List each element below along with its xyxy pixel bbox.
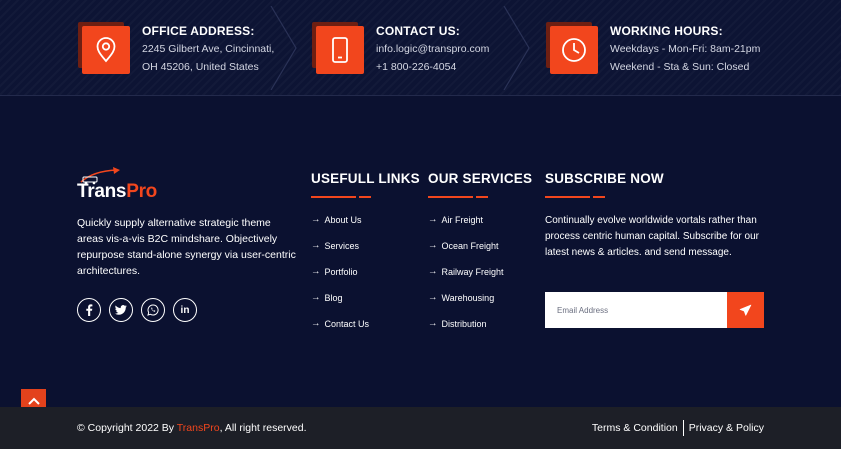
arrow-right-icon: → [428,240,438,251]
transpro-logo[interactable]: TransPro [77,167,187,203]
link-label: Railway Freight [441,267,504,277]
link-label: Distribution [441,319,487,329]
copyright-prefix: © Copyright 2022 By [77,422,177,434]
subscribe-text: Continually evolve worldwide vortals rat… [545,215,759,258]
office-line-2: OH 45206, United States [142,61,259,73]
hours-title: WORKING HOURS: [610,24,723,38]
link-label: Services [324,241,360,251]
chevron-up-icon [27,397,40,405]
services-underline [428,196,488,198]
service-air-freight[interactable]: → Air Freight [428,214,504,240]
service-warehousing[interactable]: → Warehousing [428,292,504,318]
arrow-right-icon: → [311,240,321,251]
linkedin-icon: in [180,304,190,316]
arrow-right-icon: → [428,214,438,225]
policy-links: Terms & Condition Privacy & Policy [592,420,764,436]
office-title: OFFICE ADDRESS: [142,24,255,38]
contact-icon-box [312,22,364,74]
link-label: Ocean Freight [441,241,499,251]
link-label: Portfolio [324,267,358,277]
logo-text-trans: Trans [77,181,127,202]
paper-plane-icon [739,304,752,316]
about-text: Quickly supply alternative strategic the… [77,217,296,277]
contact-band: OFFICE ADDRESS: 2245 Gilbert Ave, Cincin… [0,0,841,96]
privacy-link[interactable]: Privacy & Policy [689,422,764,434]
linkedin-button[interactable]: in [173,298,197,322]
whatsapp-icon [147,304,159,316]
copyright-brand-link[interactable]: TransPro [177,422,220,434]
contact-title: CONTACT US: [376,24,460,38]
email-input[interactable] [545,292,727,328]
service-distribution[interactable]: → Distribution [428,318,504,344]
logo-text: TransPro [77,181,157,203]
logo-text-pro: Pro [126,181,157,202]
policy-separator [682,420,684,436]
send-button[interactable] [727,292,764,328]
terms-link[interactable]: Terms & Condition [592,422,678,434]
twitter-icon [115,305,127,315]
arrow-right-icon: → [311,318,321,329]
contact-phone[interactable]: +1 800-226-4054 [376,61,456,73]
arrow-right-icon: → [428,292,438,303]
subscribe-underline [545,196,605,198]
arrow-right-icon: → [428,318,438,329]
services-heading: OUR SERVICES [428,171,533,186]
office-icon-box [78,22,130,74]
link-blog[interactable]: → Blog [311,292,369,318]
useful-links-underline [311,196,371,198]
services-list: → Air Freight → Ocean Freight → Railway Fre… [428,214,504,344]
social-links: in [77,298,197,322]
clock-icon [550,26,598,74]
link-label: About Us [324,215,362,225]
service-ocean-freight[interactable]: → Ocean Freight [428,240,504,266]
hours-icon-box [546,22,598,74]
bottom-bar: © Copyright 2022 By TransPro, All right … [0,407,841,449]
link-about-us[interactable]: → About Us [311,214,369,240]
useful-links-list: → About Us → Services → Portfolio → Blog → Co… [311,214,369,344]
link-label: Warehousing [441,293,495,303]
link-portfolio[interactable]: → Portfolio [311,266,369,292]
link-label: Air Freight [441,215,484,225]
link-label: Blog [324,293,343,303]
office-line-1: 2245 Gilbert Ave, Cincinnati, [142,43,275,55]
useful-links-heading: USEFULL LINKS [311,171,420,186]
facebook-icon [86,304,93,316]
chevron-divider-icon [270,6,297,90]
copyright-suffix: , All right reserved. [219,422,307,434]
hours-weekdays: Weekdays - Mon-Fri: 8am-21pm [610,43,761,55]
whatsapp-button[interactable] [141,298,165,322]
copyright-text: © Copyright 2022 By TransPro, All right … [77,422,307,434]
link-services[interactable]: → Services [311,240,369,266]
arrow-right-icon: → [311,214,321,225]
arrow-right-icon: → [311,266,321,277]
arrow-right-icon: → [428,266,438,277]
subscribe-heading: SUBSCRIBE NOW [545,171,664,186]
service-railway-freight[interactable]: → Railway Freight [428,266,504,292]
facebook-button[interactable] [77,298,101,322]
link-contact-us[interactable]: → Contact Us [311,318,369,344]
phone-icon [316,26,364,74]
link-label: Contact Us [324,319,370,329]
twitter-button[interactable] [109,298,133,322]
map-pin-icon [82,26,130,74]
hours-weekend: Weekend - Sta & Sun: Closed [610,61,750,73]
contact-email[interactable]: info.logic@transpro.com [376,43,489,55]
arrow-right-icon: → [311,292,321,303]
chevron-divider-icon [503,6,530,90]
